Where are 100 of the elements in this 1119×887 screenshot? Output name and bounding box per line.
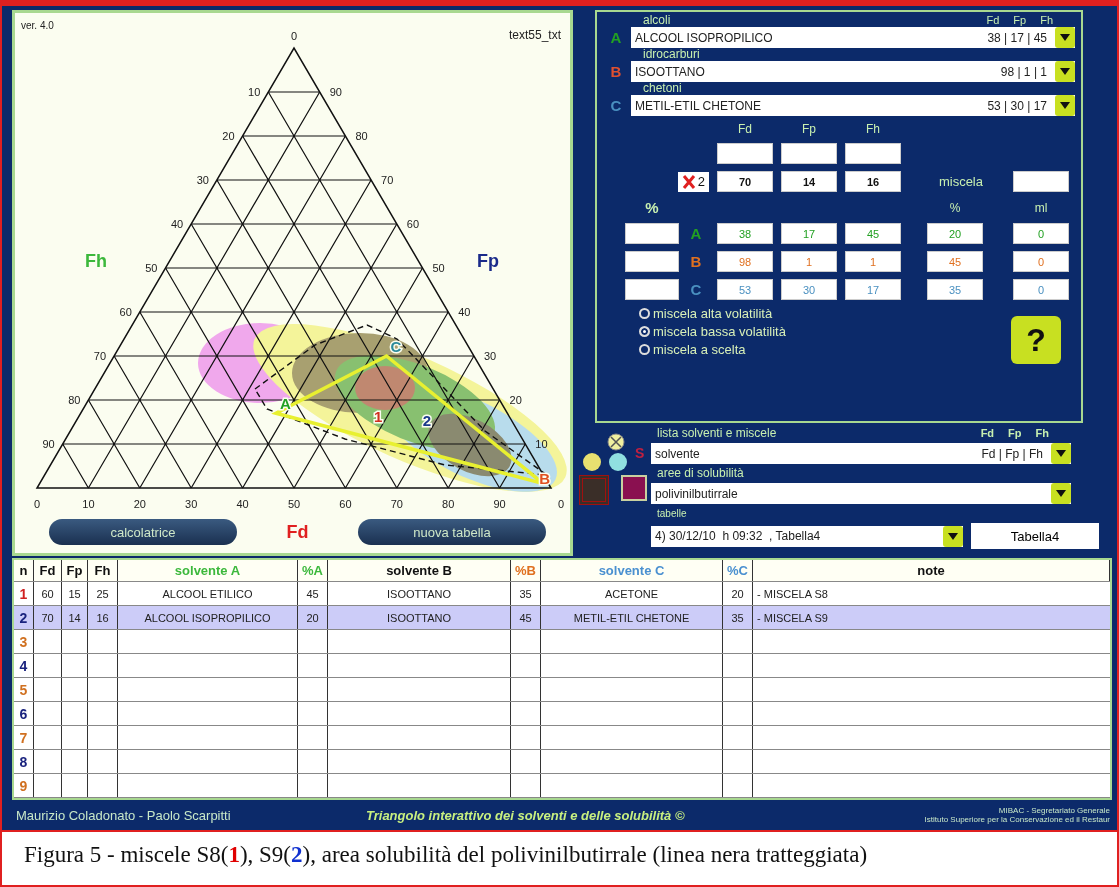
solubility-dropdown[interactable]: polivinilbutirrale [651, 483, 1071, 504]
table-cell: 35 [511, 582, 541, 606]
close-icon[interactable] [681, 173, 696, 190]
circle-icon[interactable] [583, 453, 601, 471]
input-field[interactable]: 17 [781, 223, 837, 244]
tick-label: 50 [287, 498, 301, 510]
tick-label: 70 [93, 350, 107, 362]
table-cell: 15 [62, 582, 88, 606]
solvent-letter: B [609, 63, 623, 80]
input-field[interactable] [625, 279, 679, 300]
input-field[interactable] [845, 143, 901, 164]
solvent-letter: A [689, 225, 703, 242]
table-cell: 16 [88, 606, 118, 630]
input-field[interactable] [781, 143, 837, 164]
input-field[interactable]: 38 [717, 223, 773, 244]
input-field[interactable]: 17 [845, 279, 901, 300]
circle-icon[interactable] [609, 453, 627, 471]
table-cell: 60 [34, 582, 62, 606]
table-name-field[interactable]: Tabella4 [971, 523, 1099, 549]
delete-button[interactable]: 2 [677, 171, 709, 192]
axis-label: Fd [286, 521, 309, 543]
input-field[interactable]: 0 [1013, 279, 1069, 300]
tick-label: 30 [483, 350, 497, 362]
input-field[interactable]: 30 [781, 279, 837, 300]
column-header: %B [511, 560, 541, 582]
input-field[interactable]: 14 [781, 171, 837, 192]
table-row[interactable]: 2 70 14 16 ALCOOL ISOPROPILICO 20 ISOOTTANO 45 METIL-ETIL CHETONE 35 - MISCELA S9 [14, 606, 1110, 631]
column-header: Fh [865, 122, 881, 136]
input-field[interactable]: 20 [927, 223, 983, 244]
marker-letter: S [635, 445, 645, 461]
tick-label: 70 [381, 174, 394, 186]
percent-label: % [645, 199, 659, 216]
column-header: Fp [801, 122, 817, 136]
input-field[interactable]: 53 [717, 279, 773, 300]
tick-label: 90 [329, 86, 342, 98]
tick-label: 80 [442, 498, 455, 510]
radio-option[interactable]: miscela a scelta [639, 342, 786, 357]
input-field[interactable] [717, 143, 773, 164]
category-label: idrocarburi [643, 48, 700, 61]
radio-option[interactable]: miscela alta volatilità [639, 306, 786, 321]
input-field[interactable]: 70 [717, 171, 773, 192]
tick-label: 50 [145, 262, 158, 274]
mix-label: miscela [938, 174, 983, 189]
table-cell: METIL-ETIL CHETONE [541, 606, 723, 630]
organization-text: Istituto Superiore per la Conservazione ed il Restaur [924, 815, 1110, 825]
new-table-button[interactable]: nuova tabella [358, 519, 546, 545]
point-label: 2 [422, 412, 432, 430]
column-header: Fp [1008, 427, 1022, 440]
solvent-letter: A [609, 29, 623, 46]
column-header: ml [1033, 200, 1049, 215]
figure-caption: Figura 5 - miscele S8(1), S9(2), area solubilità del polivinilbutirrale (linea nera tratteggiata) [23, 841, 869, 868]
list-label: lista solventi e miscele [657, 427, 777, 440]
column-header: Fh [88, 560, 118, 582]
solvent-dropdown[interactable]: ISOOTTANO 98 | 1 | 1 [631, 61, 1075, 82]
input-field[interactable] [1013, 171, 1069, 192]
version-label: ver. 4.0 [21, 20, 54, 31]
input-field[interactable] [625, 223, 679, 244]
text-label: text55_txt [508, 28, 561, 42]
input-field[interactable] [625, 251, 679, 272]
tick-label: 10 [248, 86, 261, 98]
table-row[interactable]: 4 [14, 654, 1110, 679]
table-row[interactable]: 8 [14, 750, 1110, 775]
tick-label: 50 [432, 262, 445, 274]
solvent-letter: B [689, 253, 703, 270]
row-number: 2 [14, 606, 34, 630]
color-swatch[interactable] [579, 475, 609, 505]
table-cell: ISOOTTANO [328, 606, 511, 630]
close-circle-icon[interactable] [607, 433, 625, 451]
table-cell: 45 [511, 606, 541, 630]
tick-label: 40 [170, 218, 184, 230]
column-header: Fd [980, 427, 995, 440]
row-number: 8 [14, 750, 34, 774]
solvent-dropdown[interactable]: METIL-ETIL CHETONE 53 | 30 | 17 [631, 95, 1075, 116]
solvent-letter: C [689, 281, 703, 298]
table-cell: 70 [34, 606, 62, 630]
input-field[interactable]: 35 [927, 279, 983, 300]
point-label: 1 [373, 408, 383, 425]
column-header: Fh [1040, 14, 1053, 27]
column-header: solvente C [541, 560, 723, 582]
table-cell: 35 [723, 606, 753, 630]
table-cell: 20 [298, 606, 328, 630]
table-row[interactable]: 3 [14, 630, 1110, 655]
table-dropdown[interactable]: 4) 30/12/10 h 09:32 , Tabella4 [651, 525, 963, 547]
calculator-button[interactable]: calcolatrice [49, 519, 237, 545]
row-number: 4 [14, 654, 34, 678]
table-row[interactable]: 6 [14, 702, 1110, 727]
column-header: Fp [1013, 14, 1027, 27]
tick-label: 0 [557, 498, 565, 510]
input-field[interactable]: 16 [845, 171, 901, 192]
help-button[interactable]: ? [1011, 316, 1061, 364]
tick-label: 20 [509, 394, 522, 406]
axis-label: Fh [85, 251, 107, 271]
solvent-list-dropdown[interactable]: solvente Fd | Fp | Fh [651, 443, 1071, 464]
radio-option[interactable]: miscela bassa volatilità [639, 324, 786, 339]
tick-label: 0 [33, 498, 41, 510]
column-header: Fp [62, 560, 88, 582]
input-field[interactable]: 0 [1013, 223, 1069, 244]
column-header: Fd [986, 14, 1000, 27]
solvent-dropdown[interactable]: ALCOOL ISOPROPILICO 38 | 17 | 45 [631, 27, 1075, 48]
tick-label: 60 [406, 218, 420, 230]
